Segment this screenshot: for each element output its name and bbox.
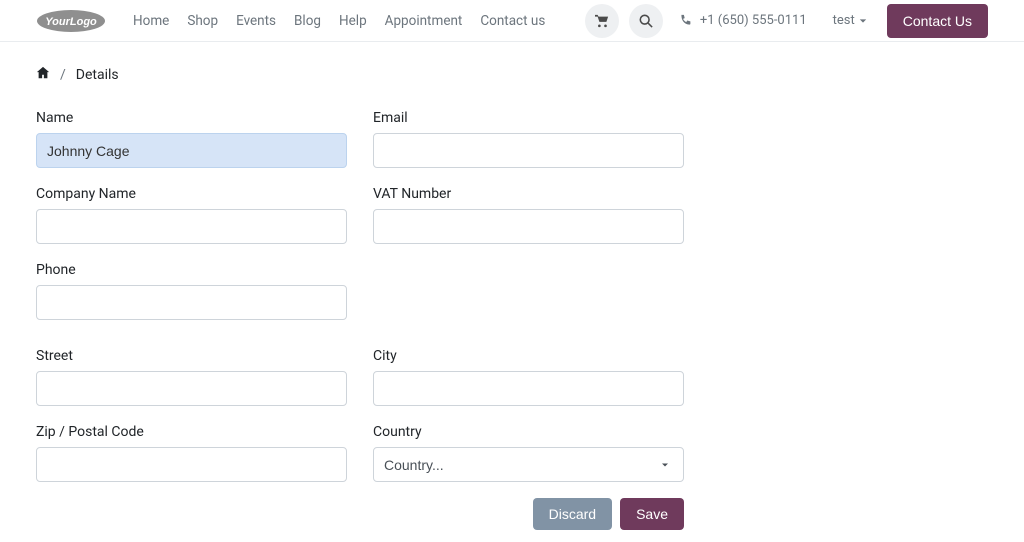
street-label: Street	[36, 348, 347, 364]
street-input[interactable]	[36, 371, 347, 406]
user-menu[interactable]: test	[823, 13, 877, 28]
breadcrumb-home[interactable]	[36, 66, 50, 84]
search-button[interactable]	[629, 4, 663, 38]
city-input[interactable]	[373, 371, 684, 406]
home-icon	[36, 66, 50, 80]
phone-input[interactable]	[36, 285, 347, 320]
country-label: Country	[373, 424, 684, 440]
breadcrumb-separator: /	[60, 67, 66, 83]
main-nav: Home Shop Events Blog Help Appointment C…	[124, 7, 554, 35]
phone-link[interactable]: +1 (650) 555-0111	[673, 13, 813, 28]
vat-input[interactable]	[373, 209, 684, 244]
caret-down-icon	[859, 17, 867, 25]
cart-icon	[595, 14, 609, 28]
city-label: City	[373, 348, 684, 364]
email-input[interactable]	[373, 133, 684, 168]
nav-help[interactable]: Help	[330, 7, 376, 35]
company-label: Company Name	[36, 186, 347, 202]
svg-text:YourLogo: YourLogo	[45, 16, 97, 28]
logo[interactable]: YourLogo	[36, 9, 106, 33]
name-label: Name	[36, 110, 347, 126]
save-button[interactable]: Save	[620, 498, 684, 530]
logo-image: YourLogo	[36, 9, 106, 33]
country-select[interactable]: Country...	[373, 447, 684, 482]
breadcrumb: / Details	[0, 42, 1024, 102]
user-name: test	[833, 13, 855, 28]
nav-shop[interactable]: Shop	[178, 7, 227, 35]
cart-button[interactable]	[585, 4, 619, 38]
breadcrumb-current: Details	[76, 67, 119, 83]
name-input[interactable]	[36, 133, 347, 168]
phone-label: Phone	[36, 262, 347, 278]
nav-home[interactable]: Home	[124, 7, 178, 35]
contact-us-button[interactable]: Contact Us	[887, 4, 988, 38]
vat-label: VAT Number	[373, 186, 684, 202]
form-actions: Discard Save	[36, 498, 684, 530]
company-input[interactable]	[36, 209, 347, 244]
zip-label: Zip / Postal Code	[36, 424, 347, 440]
form-container: Name Email Company Name VAT Number Phone…	[0, 102, 720, 530]
search-icon	[639, 14, 653, 28]
nav-appointment[interactable]: Appointment	[376, 7, 472, 35]
phone-number: +1 (650) 555-0111	[700, 13, 807, 28]
zip-input[interactable]	[36, 447, 347, 482]
discard-button[interactable]: Discard	[533, 498, 612, 530]
nav-events[interactable]: Events	[227, 7, 285, 35]
header: YourLogo Home Shop Events Blog Help Appo…	[0, 0, 1024, 42]
phone-icon	[679, 14, 692, 27]
email-label: Email	[373, 110, 684, 126]
header-right: +1 (650) 555-0111 test Contact Us	[585, 4, 988, 38]
nav-contact[interactable]: Contact us	[471, 7, 554, 35]
nav-blog[interactable]: Blog	[285, 7, 330, 35]
